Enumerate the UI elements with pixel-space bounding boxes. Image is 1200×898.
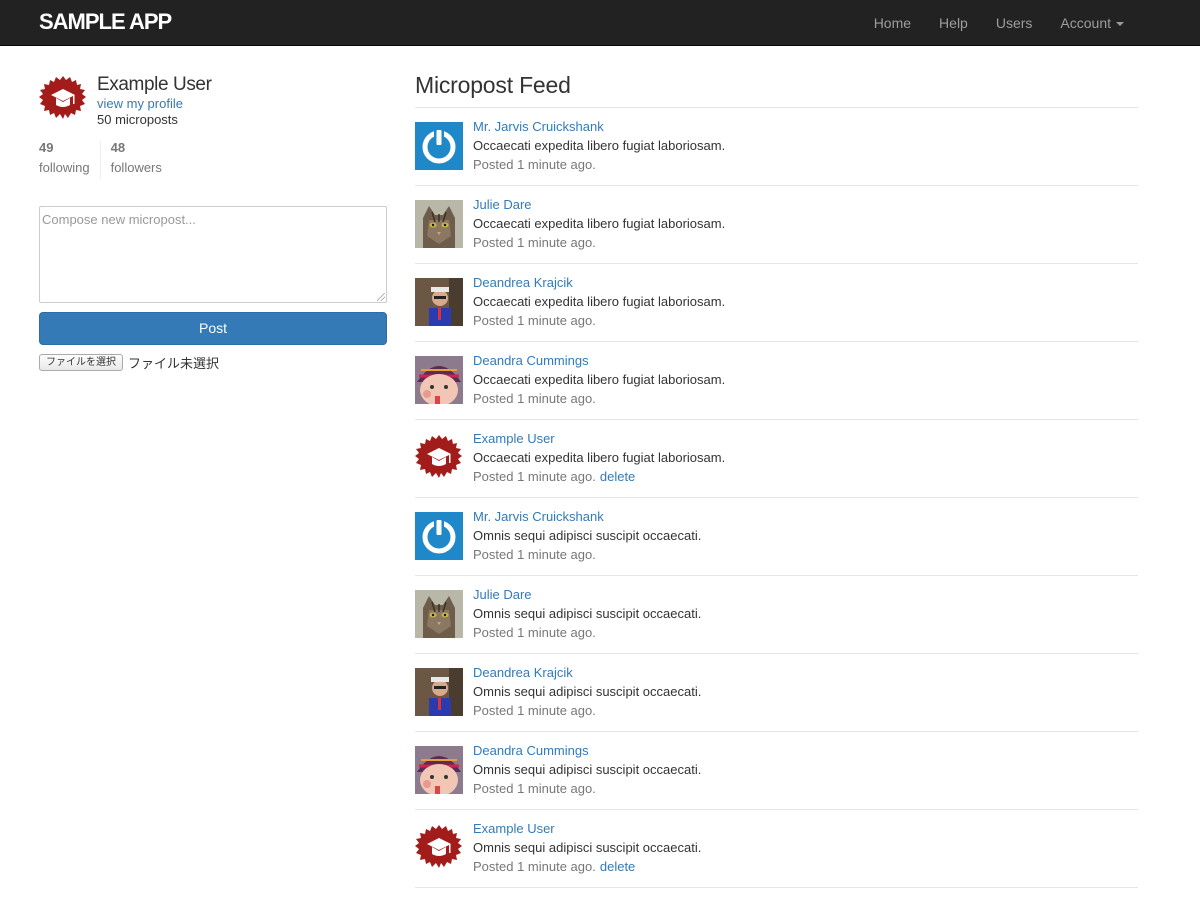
feed-content: Occaecati expedita libero fugiat laborio… bbox=[473, 138, 726, 153]
child-photo[interactable] bbox=[415, 746, 463, 796]
feed-item: Julie Dare Omnis sequi adipisci suscipit … bbox=[415, 576, 1138, 654]
feed-item: Example User Occaecati expedita libero fu… bbox=[415, 420, 1138, 498]
feed-title: Micropost Feed bbox=[415, 72, 571, 98]
feed-time-text: Posted 1 minute ago. bbox=[473, 625, 596, 640]
feed-user-link[interactable]: Deandra Cummings bbox=[473, 353, 589, 368]
following-stat[interactable]: 49 following bbox=[39, 141, 100, 179]
feed-user-link[interactable]: Example User bbox=[473, 821, 555, 836]
followers-stat[interactable]: 48 followers bbox=[99, 140, 172, 179]
power-icon[interactable] bbox=[415, 122, 463, 170]
cat-photo[interactable] bbox=[415, 200, 463, 248]
feed-content: Omnis sequi adipisci suscipit occaecati. bbox=[473, 840, 702, 855]
feed-item: Deandrea Krajcik Omnis sequi adipisci sus… bbox=[415, 654, 1138, 732]
feed-time-text: Posted 1 minute ago. bbox=[473, 859, 596, 874]
feed-content: Occaecati expedita libero fugiat laborio… bbox=[473, 450, 726, 465]
top-navbar: SAMPLE APP Home Help Users Account bbox=[0, 0, 1200, 46]
feed-content: Omnis sequi adipisci suscipit occaecati. bbox=[473, 762, 702, 777]
feed-content: Occaecati expedita libero fugiat laborio… bbox=[473, 216, 726, 231]
brand-logo[interactable]: SAMPLE APP bbox=[39, 9, 172, 35]
graduation-badge-icon[interactable] bbox=[39, 75, 87, 123]
post-button[interactable]: Post bbox=[39, 312, 387, 345]
feed-user-link[interactable]: Mr. Jarvis Cruickshank bbox=[473, 509, 604, 524]
feed-user-link[interactable]: Julie Dare bbox=[473, 587, 532, 602]
feed-time-text: Posted 1 minute ago. bbox=[473, 547, 596, 562]
feed-time-text: Posted 1 minute ago. bbox=[473, 703, 596, 718]
child-photo[interactable] bbox=[415, 356, 463, 406]
person-photo[interactable] bbox=[415, 668, 463, 716]
followers-count: 48 bbox=[110, 140, 126, 155]
feed-timestamp: Posted 1 minute ago. delete bbox=[473, 469, 635, 484]
nav-help-link[interactable]: Help bbox=[925, 0, 982, 46]
feed-time-text: Posted 1 minute ago. bbox=[473, 313, 596, 328]
file-status: ファイル未選択 bbox=[128, 356, 220, 371]
micropost-feed: Mr. Jarvis Cruickshank Occaecati expedita… bbox=[415, 108, 1138, 888]
feed-user-link[interactable]: Deandrea Krajcik bbox=[473, 665, 573, 680]
feed-timestamp: Posted 1 minute ago. bbox=[473, 625, 596, 640]
feed-timestamp: Posted 1 minute ago. bbox=[473, 703, 596, 718]
following-label: following bbox=[39, 160, 90, 175]
feed-content: Omnis sequi adipisci suscipit occaecati. bbox=[473, 684, 702, 699]
feed-item: Mr. Jarvis Cruickshank Omnis sequi adipis… bbox=[415, 498, 1138, 576]
micropost-count: 50 microposts bbox=[97, 112, 178, 127]
feed-time-text: Posted 1 minute ago. bbox=[473, 469, 596, 484]
feed-timestamp: Posted 1 minute ago. bbox=[473, 781, 596, 796]
feed-item: Deandra Cummings Occaecati expedita liber… bbox=[415, 342, 1138, 420]
feed-item: Julie Dare Occaecati expedita libero fugi… bbox=[415, 186, 1138, 264]
file-upload: ファイルを選択 ファイル未選択 bbox=[39, 353, 219, 372]
following-count: 49 bbox=[39, 140, 54, 155]
user-sidebar: Example User view my profile 50 micropos… bbox=[39, 72, 387, 371]
nav-account-label: Account bbox=[1060, 14, 1111, 31]
feed-content: Omnis sequi adipisci suscipit occaecati. bbox=[473, 606, 702, 621]
feed-timestamp: Posted 1 minute ago. bbox=[473, 547, 596, 562]
view-profile-link[interactable]: view my profile bbox=[97, 96, 183, 111]
feed-timestamp: Posted 1 minute ago. bbox=[473, 157, 596, 172]
caret-down-icon bbox=[1116, 22, 1124, 26]
feed-item: Deandrea Krajcik Occaecati expedita liber… bbox=[415, 264, 1138, 342]
feed-time-text: Posted 1 minute ago. bbox=[473, 157, 596, 172]
feed-content: Occaecati expedita libero fugiat laborio… bbox=[473, 372, 726, 387]
graduation-badge-icon[interactable] bbox=[415, 434, 463, 482]
user-name: Example User bbox=[97, 74, 212, 95]
nav-links: Home Help Users Account bbox=[860, 0, 1138, 46]
user-info: Example User view my profile 50 micropos… bbox=[39, 72, 387, 134]
feed-item: Deandra Cummings Omnis sequi adipisci sus… bbox=[415, 732, 1138, 810]
feed-time-text: Posted 1 minute ago. bbox=[473, 235, 596, 250]
feed-user-link[interactable]: Example User bbox=[473, 431, 555, 446]
feed-content: Occaecati expedita libero fugiat laborio… bbox=[473, 294, 726, 309]
feed-time-text: Posted 1 minute ago. bbox=[473, 781, 596, 796]
feed-timestamp: Posted 1 minute ago. delete bbox=[473, 859, 635, 874]
nav-users-link[interactable]: Users bbox=[982, 0, 1047, 46]
feed-item: Example User Omnis sequi adipisci suscipi… bbox=[415, 810, 1138, 888]
delete-link[interactable]: delete bbox=[600, 469, 635, 484]
feed-user-link[interactable]: Deandra Cummings bbox=[473, 743, 589, 758]
feed-timestamp: Posted 1 minute ago. bbox=[473, 391, 596, 406]
compose-micropost-input[interactable] bbox=[39, 206, 387, 303]
feed-user-link[interactable]: Julie Dare bbox=[473, 197, 532, 212]
delete-link[interactable]: delete bbox=[600, 859, 635, 874]
feed-user-link[interactable]: Deandrea Krajcik bbox=[473, 275, 573, 290]
feed-timestamp: Posted 1 minute ago. bbox=[473, 235, 596, 250]
follow-stats: 49 following 48 followers bbox=[39, 141, 172, 179]
feed-time-text: Posted 1 minute ago. bbox=[473, 391, 596, 406]
followers-label: followers bbox=[110, 160, 162, 175]
power-icon[interactable] bbox=[415, 512, 463, 560]
feed-item: Mr. Jarvis Cruickshank Occaecati expedita… bbox=[415, 108, 1138, 186]
choose-file-button[interactable]: ファイルを選択 bbox=[39, 354, 123, 371]
feed-content: Omnis sequi adipisci suscipit occaecati. bbox=[473, 528, 702, 543]
feed-user-link[interactable]: Mr. Jarvis Cruickshank bbox=[473, 119, 604, 134]
person-photo[interactable] bbox=[415, 278, 463, 326]
resize-handle-icon[interactable] bbox=[377, 293, 385, 301]
graduation-badge-icon[interactable] bbox=[415, 824, 463, 872]
nav-home-link[interactable]: Home bbox=[860, 0, 925, 46]
cat-photo[interactable] bbox=[415, 590, 463, 638]
feed-timestamp: Posted 1 minute ago. bbox=[473, 313, 596, 328]
nav-account-dropdown[interactable]: Account bbox=[1046, 0, 1138, 46]
